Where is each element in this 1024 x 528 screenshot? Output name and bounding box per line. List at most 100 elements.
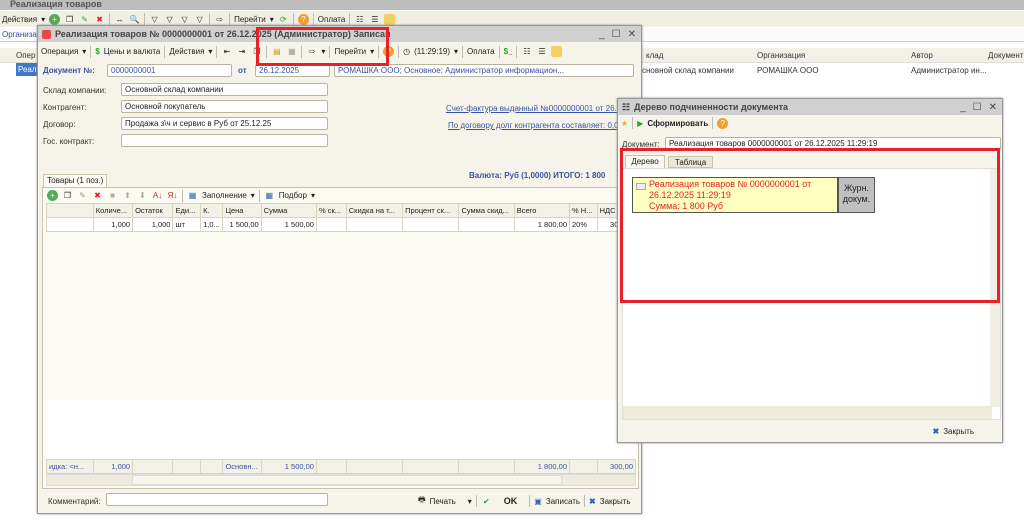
cell-12[interactable]: 20%	[569, 217, 598, 232]
cell-7[interactable]	[315, 217, 347, 232]
tree-maximize-button[interactable]: ☐	[973, 102, 982, 113]
favorite-icon[interactable]: ★	[621, 119, 628, 128]
prices-button[interactable]: Цены и валюта	[104, 47, 161, 56]
cell-1[interactable]: 1,000	[92, 217, 134, 232]
column-header-1[interactable]: Количе...	[92, 203, 134, 218]
counterparty-input[interactable]: Основной покупатель	[121, 100, 328, 113]
total-cell-8[interactable]	[345, 459, 404, 474]
horizontal-scrollbar[interactable]	[46, 474, 636, 486]
save-button[interactable]: Записать	[546, 497, 580, 506]
total-cell-1[interactable]: 1,000	[92, 459, 134, 474]
comment-input[interactable]	[106, 493, 328, 506]
pick-menu[interactable]: Подбор	[279, 191, 307, 200]
column-header-6[interactable]: Сумма	[260, 203, 317, 218]
column-header-7[interactable]: % ск...	[315, 203, 347, 218]
add-row-icon[interactable]: +	[47, 190, 58, 201]
fill-menu[interactable]: Заполнение	[202, 191, 247, 200]
unpost-icon[interactable]: ⇥	[236, 46, 247, 57]
sort-desc-icon[interactable]: Я↓	[167, 190, 178, 201]
total-cell-7[interactable]	[315, 459, 347, 474]
cell-2[interactable]: 1,000	[132, 217, 174, 232]
list-row-warehouse[interactable]: сновной склад компании	[642, 66, 734, 75]
filter-icon[interactable]: ▽	[149, 14, 160, 25]
help-icon[interactable]: ?	[297, 13, 309, 25]
debt-link[interactable]: По договору долг контрагента составляет:…	[448, 121, 625, 130]
interval-icon[interactable]: ↔	[114, 14, 125, 25]
actions-menu-doc[interactable]: Действия	[169, 47, 204, 56]
total-cell-3[interactable]	[172, 459, 202, 474]
goto-menu[interactable]: Перейти	[234, 15, 266, 24]
goto-icon[interactable]: ⇨	[214, 14, 225, 25]
list-icon[interactable]: ☰	[369, 14, 380, 25]
tree-close-button[interactable]: Закрыть	[943, 427, 974, 436]
folder-icon-doc[interactable]	[551, 46, 563, 57]
total-cell-13[interactable]: 300,00	[596, 459, 637, 474]
edit-icon[interactable]: ✎	[79, 14, 90, 25]
col-document[interactable]: Документ	[988, 51, 1024, 60]
total-cell-0[interactable]: идка: <н...	[46, 459, 94, 474]
payment-button-doc[interactable]: Оплата	[467, 47, 495, 56]
total-cell-11[interactable]: 1 800,00	[513, 459, 571, 474]
tree-close-window-button[interactable]: ✕	[989, 102, 997, 113]
total-cell-10[interactable]	[458, 459, 515, 474]
close-window-button[interactable]: ✕	[628, 29, 636, 40]
filter3-icon[interactable]: ▽	[179, 14, 190, 25]
tree-close[interactable]: ✖ Закрыть	[932, 427, 974, 436]
tree-icon[interactable]: ☷	[354, 14, 365, 25]
print-button[interactable]: Печать	[430, 497, 456, 506]
warehouse-input[interactable]: Основной склад компании	[121, 83, 328, 96]
copy-row-icon[interactable]: ❐	[62, 190, 73, 201]
doc-number-input[interactable]: 0000000001	[107, 64, 232, 77]
column-header-12[interactable]: % Н...	[569, 203, 598, 218]
maximize-button[interactable]: ☐	[612, 29, 621, 40]
total-cell-4[interactable]	[200, 459, 224, 474]
ok-button[interactable]: OK	[504, 496, 518, 506]
sort-asc-icon[interactable]: A↓	[152, 190, 163, 201]
cell-0[interactable]	[46, 217, 94, 232]
cell-3[interactable]: шт	[172, 217, 202, 232]
invoice-link[interactable]: Счет-фактура выданный №0000000001 от 26.…	[446, 104, 632, 113]
generate-button[interactable]: Сформировать	[647, 119, 708, 128]
edit-row-icon[interactable]: ✎	[77, 190, 88, 201]
column-header-10[interactable]: Сумма скид...	[458, 203, 515, 218]
list-icon-doc[interactable]: ☰	[536, 46, 547, 57]
column-header-5[interactable]: Цена	[222, 203, 262, 218]
cell-10[interactable]	[458, 217, 515, 232]
add-icon[interactable]: +	[49, 13, 61, 25]
cell-9[interactable]	[402, 217, 460, 232]
list-row-author[interactable]: Администратор ин...	[911, 66, 987, 75]
column-header-0[interactable]	[46, 203, 94, 218]
operation-menu[interactable]: Операция	[41, 47, 78, 56]
delete-row-icon[interactable]: ✖	[92, 190, 103, 201]
dollar-red-icon[interactable]: $_	[504, 47, 513, 56]
total-cell-9[interactable]	[402, 459, 460, 474]
cell-4[interactable]: 1,0...	[200, 217, 224, 232]
list-row-org[interactable]: РОМАШКА ООО	[757, 66, 819, 75]
post-icon[interactable]: ⇤	[221, 46, 232, 57]
cell-8[interactable]	[345, 217, 404, 232]
tree-horizontal-scrollbar[interactable]	[623, 406, 992, 419]
gov-contract-input[interactable]	[121, 134, 328, 147]
end-edit-icon[interactable]: ■	[107, 190, 118, 201]
refresh-icon[interactable]: ⟳	[278, 14, 289, 25]
tree-minimize-button[interactable]: _	[960, 102, 966, 113]
tree-icon-doc[interactable]: ☷	[521, 46, 532, 57]
find-icon[interactable]: 🔍	[129, 14, 140, 25]
cell-11[interactable]: 1 800,00	[513, 217, 571, 232]
tab-goods[interactable]: Товары (1 поз.)	[43, 174, 107, 187]
minimize-button[interactable]: _	[599, 29, 605, 40]
table-row[interactable]: 1,000 1,000 шт 1,0... 1 500,00 1 500,00 1 800,…	[46, 217, 637, 232]
total-cell-12[interactable]	[569, 459, 598, 474]
col-organization[interactable]: Организация	[757, 51, 805, 60]
total-cell-2[interactable]	[132, 459, 174, 474]
total-cell-5[interactable]: Основн...	[222, 459, 262, 474]
filter2-icon[interactable]: ▽	[164, 14, 175, 25]
folder-icon[interactable]	[384, 13, 396, 25]
column-header-8[interactable]: Скидка на т...	[345, 203, 404, 218]
move-up-icon[interactable]: ⬆	[122, 190, 133, 201]
col-warehouse[interactable]: клад	[646, 51, 663, 60]
actions-menu[interactable]: Действия	[2, 15, 37, 24]
time-button[interactable]: (11:29:19)	[414, 47, 450, 56]
cell-6[interactable]: 1 500,00	[260, 217, 317, 232]
post-close-icon[interactable]: ✔	[481, 496, 492, 507]
